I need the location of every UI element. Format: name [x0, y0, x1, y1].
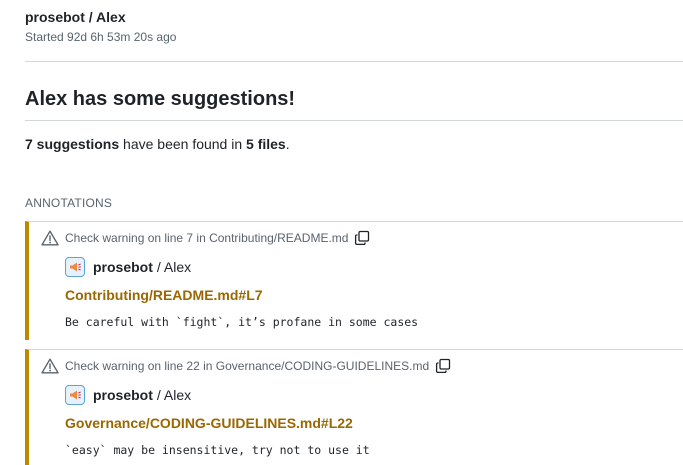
annotations-label: ANNOTATIONS [25, 196, 113, 210]
file-count: 5 files [246, 136, 286, 152]
summary-text: 7 suggestions have been found in 5 files… [25, 135, 290, 153]
title-separator: / [88, 9, 93, 25]
annotation-message: `easy` may be insensitive, try not to us… [65, 443, 370, 457]
author-check: / Alex [156, 259, 192, 275]
copy-icon[interactable] [354, 230, 370, 246]
run-title: prosebot / Alex [25, 8, 176, 26]
run-header: prosebot / Alex Started 92d 6h 53m 20s a… [25, 8, 176, 45]
annotation-file-link[interactable]: Governance/CODING-GUIDELINES.md#L22 [65, 415, 353, 431]
annotation-author: prosebot / Alex [65, 257, 191, 277]
author-check: / Alex [156, 387, 192, 403]
alert-triangle-icon [41, 230, 59, 246]
annotation-heading-text: Check warning on line 22 in Governance/C… [65, 359, 430, 373]
alert-triangle-icon [41, 358, 59, 374]
annotation-file-link[interactable]: Contributing/README.md#L7 [65, 287, 263, 303]
summary-mid: have been found in [119, 136, 247, 152]
divider [25, 61, 683, 62]
suggestion-count: 7 suggestions [25, 136, 120, 152]
annotation-heading-text: Check warning on line 7 in Contributing/… [65, 231, 349, 245]
divider [25, 120, 683, 121]
summary-end: . [285, 136, 290, 152]
annotation-message: Be careful with `fight`, it’s profane in… [65, 315, 419, 329]
annotation-heading: Check warning on line 22 in Governance/C… [41, 358, 451, 374]
copy-icon[interactable] [435, 358, 451, 374]
summary-title: Alex has some suggestions! [25, 88, 296, 110]
started-time: Started 92d 6h 53m 20s ago [25, 30, 177, 44]
megaphone-icon [65, 385, 85, 405]
megaphone-icon [65, 257, 85, 277]
annotation-card: Check warning on line 7 in Contributing/… [25, 221, 683, 340]
annotation-heading: Check warning on line 7 in Contributing/… [41, 230, 370, 246]
annotation-card: Check warning on line 22 in Governance/C… [25, 349, 683, 465]
author-name[interactable]: prosebot [93, 387, 153, 403]
check-name: Alex [96, 9, 126, 25]
annotation-author: prosebot / Alex [65, 385, 191, 405]
check-run-page: prosebot / Alex Started 92d 6h 53m 20s a… [0, 0, 683, 465]
author-name[interactable]: prosebot [93, 259, 153, 275]
bot-name: prosebot [25, 9, 85, 25]
